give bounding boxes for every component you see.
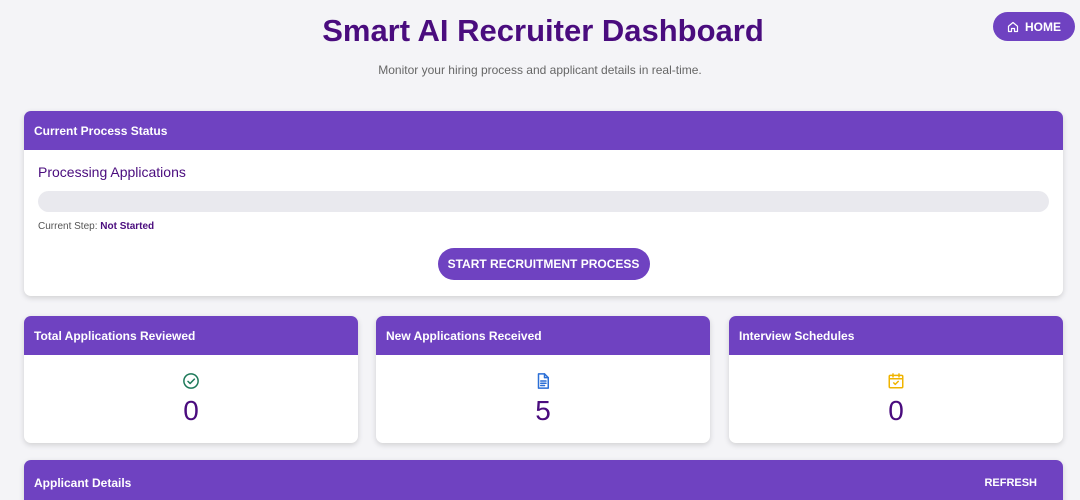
start-recruitment-button[interactable]: START RECRUITMENT PROCESS <box>437 248 650 280</box>
current-step: Current Step: Not Started <box>38 221 1049 232</box>
applicant-details-header: Applicant Details REFRESH <box>24 460 1063 500</box>
stat-value: 5 <box>535 395 551 426</box>
stat-card-interview-schedules: Interview Schedules 0 <box>729 316 1063 443</box>
page-subtitle: Monitor your hiring process and applican… <box>378 63 702 77</box>
processing-title: Processing Applications <box>38 164 186 180</box>
applicant-details-card: Applicant Details REFRESH <box>24 460 1063 500</box>
applicant-details-title: Applicant Details <box>34 476 132 490</box>
check-circle-icon <box>183 373 199 389</box>
stat-card-title: Total Applications Reviewed <box>24 316 358 355</box>
stat-card-title: Interview Schedules <box>729 316 1063 355</box>
stat-value: 0 <box>183 395 199 426</box>
current-step-label: Current Step: <box>38 221 98 232</box>
progress-bar <box>38 191 1049 212</box>
process-status-card: Current Process Status Processing Applic… <box>24 111 1063 296</box>
current-step-value: Not Started <box>100 221 155 232</box>
page-header: Smart AI Recruiter Dashboard Monitor you… <box>0 0 1080 77</box>
page-title: Smart AI Recruiter Dashboard <box>322 13 764 48</box>
home-icon <box>1007 21 1019 32</box>
document-icon <box>537 373 549 389</box>
process-status-header: Current Process Status <box>24 111 1063 150</box>
refresh-button[interactable]: REFRESH <box>984 477 1037 489</box>
calendar-check-icon <box>888 373 904 389</box>
stat-card-title: New Applications Received <box>376 316 710 355</box>
home-button[interactable]: HOME <box>993 12 1075 41</box>
stat-value: 0 <box>888 395 904 426</box>
stat-card-new-applications: New Applications Received 5 <box>376 316 710 443</box>
stat-card-total-reviewed: Total Applications Reviewed 0 <box>24 316 358 443</box>
home-button-label: HOME <box>1025 19 1061 34</box>
